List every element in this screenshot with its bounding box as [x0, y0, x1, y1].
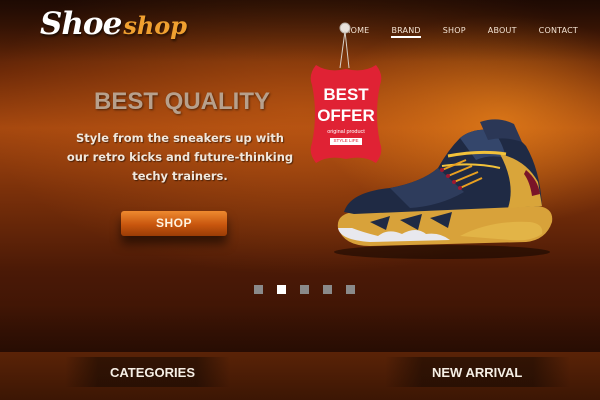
floor-shadow [0, 305, 600, 355]
sneaker-image [334, 119, 553, 259]
slider-dot-5[interactable] [346, 285, 355, 294]
site-logo[interactable]: Shoeshop [40, 6, 187, 46]
slider-dots [254, 285, 355, 294]
slider-dot-2[interactable] [277, 285, 286, 294]
nav-brand[interactable]: BRAND [391, 26, 422, 38]
main-nav: HOME BRAND SHOP ABOUT CONTACT [344, 26, 578, 38]
logo-accent-text: shop [123, 11, 188, 40]
nav-contact[interactable]: CONTACT [539, 26, 578, 35]
tag-line-best: BEST [323, 85, 369, 104]
logo-main-text: Shoe [40, 6, 122, 42]
slider-dot-3[interactable] [300, 285, 309, 294]
hero-headline: BEST QUALITY [94, 88, 271, 115]
slider-dot-1[interactable] [254, 285, 263, 294]
hero-subtext: Style from the sneakers up with our retr… [66, 131, 294, 183]
new-arrival-heading[interactable]: NEW ARRIVAL [432, 365, 522, 380]
nav-about[interactable]: ABOUT [488, 26, 517, 35]
shop-button[interactable]: SHOP [121, 211, 227, 236]
categories-heading[interactable]: CATEGORIES [110, 365, 195, 380]
slider-dot-4[interactable] [323, 285, 332, 294]
nav-shop[interactable]: SHOP [443, 26, 466, 35]
